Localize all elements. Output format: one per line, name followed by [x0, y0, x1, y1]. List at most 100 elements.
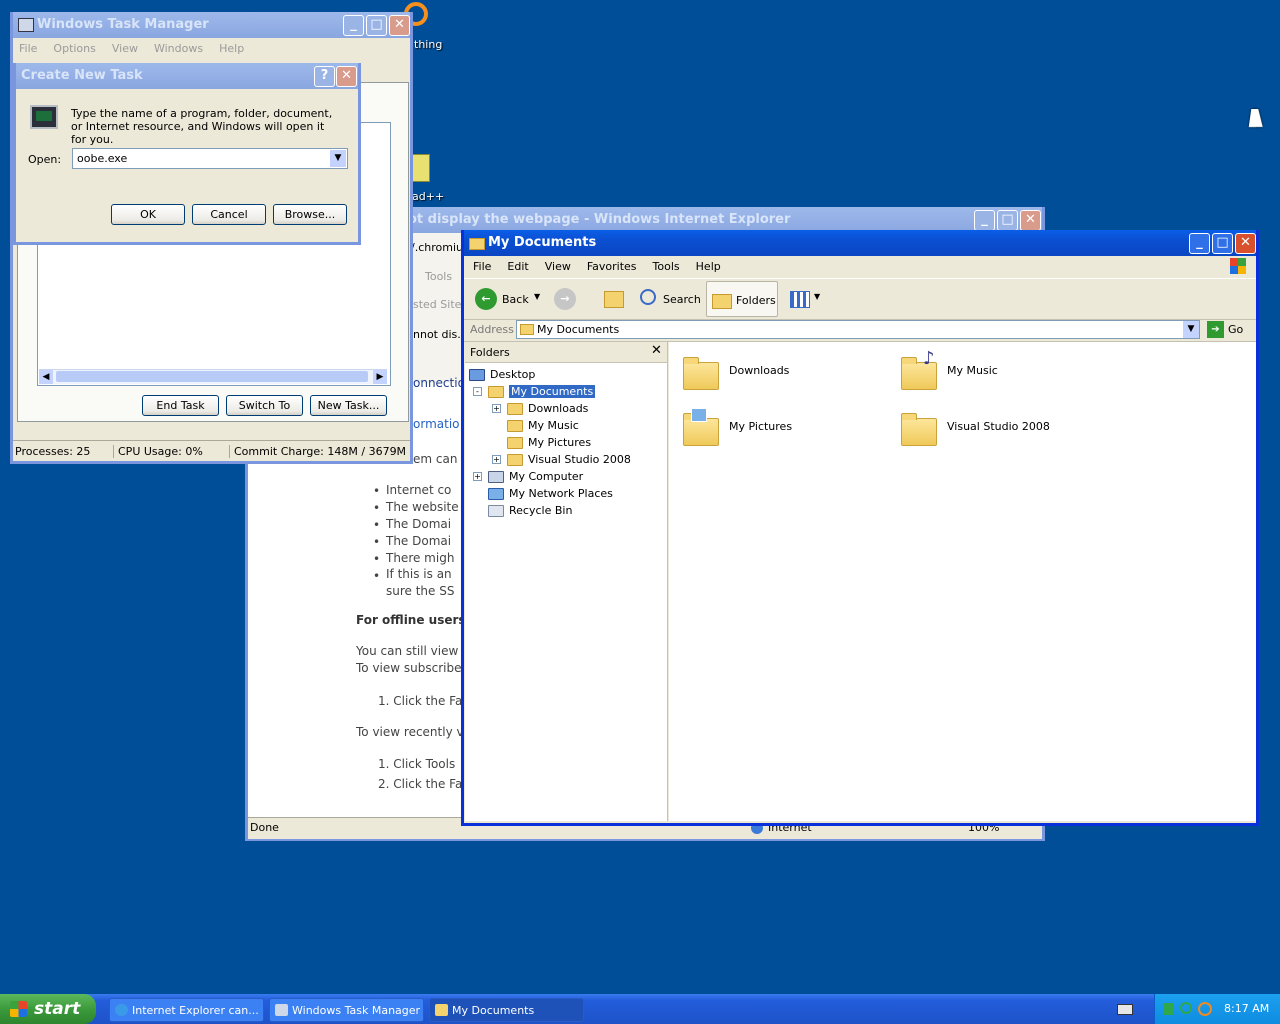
- menu-edit[interactable]: Edit: [507, 260, 528, 273]
- new-task-button[interactable]: New Task...: [310, 395, 387, 416]
- cancel-button[interactable]: Cancel: [192, 204, 266, 225]
- folders-toggle[interactable]: Folders: [706, 281, 778, 317]
- address-combobox[interactable]: My Documents ▼: [516, 320, 1200, 339]
- close-icon[interactable]: ✕: [651, 343, 662, 358]
- ie-tab[interactable]: nnot dis...: [413, 328, 468, 341]
- tree-item[interactable]: + Visual Studio 2008: [492, 451, 631, 468]
- go-button[interactable]: Go: [1228, 323, 1243, 336]
- menu-file[interactable]: File: [19, 42, 37, 55]
- search-icon[interactable]: [1198, 1002, 1212, 1016]
- clock[interactable]: 8:17 AM: [1224, 1002, 1269, 1015]
- tree-item-label: Visual Studio 2008: [528, 453, 631, 466]
- ie-suggested-sites[interactable]: sted Sites: [413, 298, 467, 311]
- menu-view[interactable]: View: [112, 42, 138, 55]
- menu-windows[interactable]: Windows: [154, 42, 203, 55]
- chevron-down-icon[interactable]: ▼: [330, 150, 346, 167]
- menu-tools[interactable]: Tools: [653, 260, 680, 273]
- tree-item[interactable]: Desktop: [469, 366, 535, 383]
- explorer-window[interactable]: My Documents _ □ ✕ File Edit View Favorites…: [461, 230, 1259, 826]
- menu-favorites[interactable]: Favorites: [587, 260, 637, 273]
- taskbar-item-task-manager[interactable]: Windows Task Manager: [269, 998, 424, 1022]
- folder-icon: [435, 1004, 448, 1016]
- help-button[interactable]: ?: [314, 66, 335, 87]
- ie-minimize-button[interactable]: _: [974, 210, 995, 231]
- commit-charge: Commit Charge: 148M / 3679M: [229, 445, 406, 458]
- create-task-dialog[interactable]: Create New Task ? ✕ Type the name of a p…: [13, 63, 361, 245]
- list-item[interactable]: Downloads: [679, 352, 889, 392]
- browse-button[interactable]: Browse...: [273, 204, 347, 225]
- go-arrow-icon[interactable]: ➔: [1207, 321, 1224, 338]
- ie-information-link[interactable]: ormatio: [413, 417, 460, 431]
- back-dropdown-icon[interactable]: ▼: [534, 292, 540, 301]
- scroll-right-arrow[interactable]: ▶: [373, 370, 387, 384]
- task-manager-minimize-button[interactable]: _: [343, 15, 364, 36]
- explorer-maximize-button[interactable]: □: [1212, 233, 1233, 254]
- menu-help[interactable]: Help: [696, 260, 721, 273]
- menu-options[interactable]: Options: [53, 42, 95, 55]
- back-arrow-icon[interactable]: ←: [475, 288, 497, 310]
- tray-app-icon[interactable]: [1164, 1003, 1173, 1015]
- end-task-button[interactable]: End Task: [142, 395, 219, 416]
- ie-step: 1. Click Tools: [378, 757, 456, 771]
- scroll-left-arrow[interactable]: ◀: [39, 370, 53, 384]
- ie-close-button[interactable]: ✕: [1020, 210, 1041, 231]
- explorer-minimize-button[interactable]: _: [1189, 233, 1210, 254]
- task-manager-close-button[interactable]: ✕: [389, 15, 410, 36]
- desktop-icon: [469, 369, 485, 381]
- scroll-thumb[interactable]: [56, 371, 368, 382]
- back-button[interactable]: Back: [502, 293, 529, 306]
- tree-item[interactable]: Recycle Bin: [488, 502, 572, 519]
- ie-tools-menu[interactable]: Tools: [425, 270, 452, 283]
- tree-item-label: My Music: [528, 419, 579, 432]
- views-icon[interactable]: [790, 291, 810, 308]
- taskbar-item-my-documents[interactable]: My Documents: [429, 998, 584, 1022]
- search-icon[interactable]: [640, 289, 656, 305]
- ie-maximize-button[interactable]: □: [997, 210, 1018, 231]
- desktop-icon-label[interactable]: thing: [414, 38, 442, 51]
- menu-view[interactable]: View: [545, 260, 571, 273]
- address-input[interactable]: My Documents: [537, 323, 619, 336]
- tree-item[interactable]: My Music: [507, 417, 579, 434]
- keyboard-icon[interactable]: [1117, 1004, 1133, 1015]
- open-combobox[interactable]: oobe.exe ▼: [72, 148, 348, 169]
- collapse-icon[interactable]: -: [473, 387, 482, 396]
- cpu-usage: CPU Usage: 0%: [113, 445, 203, 458]
- task-manager-maximize-button[interactable]: □: [366, 15, 387, 36]
- explorer-close-button[interactable]: ✕: [1235, 233, 1256, 254]
- music-folder-icon: [507, 420, 523, 432]
- menu-file[interactable]: File: [473, 260, 491, 273]
- views-dropdown-icon[interactable]: ▼: [814, 292, 820, 301]
- switch-to-button[interactable]: Switch To: [226, 395, 303, 416]
- ie-address-fragment[interactable]: /.chromiur: [411, 241, 468, 254]
- network-icon[interactable]: [1180, 1002, 1192, 1014]
- tree-item[interactable]: - My Documents: [473, 383, 596, 400]
- search-button[interactable]: Search: [663, 293, 701, 306]
- folder-icon: [507, 454, 523, 466]
- tree-item[interactable]: My Pictures: [507, 434, 591, 451]
- desktop-icon-label[interactable]: ad++: [412, 190, 444, 203]
- start-button[interactable]: start: [0, 994, 96, 1024]
- expand-icon[interactable]: +: [473, 472, 482, 481]
- expand-icon[interactable]: +: [492, 455, 501, 464]
- notepad-icon[interactable]: [410, 154, 430, 182]
- tree-item[interactable]: + Downloads: [492, 400, 588, 417]
- tree-item[interactable]: + My Computer: [473, 468, 583, 485]
- list-item[interactable]: Visual Studio 2008: [897, 408, 1107, 448]
- chevron-down-icon[interactable]: ▼: [1183, 321, 1199, 338]
- file-list[interactable]: Downloads ♪ My Music My Pictures Visual …: [669, 342, 1256, 821]
- create-task-titlebar[interactable]: Create New Task: [16, 63, 358, 89]
- horizontal-scrollbar[interactable]: ◀ ▶: [39, 369, 387, 384]
- menu-help[interactable]: Help: [219, 42, 244, 55]
- list-item[interactable]: My Pictures: [679, 408, 889, 448]
- ok-button[interactable]: OK: [111, 204, 185, 225]
- up-folder-icon[interactable]: [604, 291, 624, 308]
- expand-icon[interactable]: +: [492, 404, 501, 413]
- explorer-titlebar[interactable]: My Documents: [464, 230, 1256, 256]
- taskbar-item-internet-explorer[interactable]: Internet Explorer can...: [109, 998, 264, 1022]
- list-item[interactable]: ♪ My Music: [897, 348, 1107, 392]
- open-input[interactable]: oobe.exe: [77, 152, 127, 165]
- ie-text-line: em can: [413, 452, 458, 466]
- create-task-close-button[interactable]: ✕: [336, 66, 357, 87]
- tree-item[interactable]: My Network Places: [488, 485, 613, 502]
- forward-arrow-icon[interactable]: →: [554, 288, 576, 310]
